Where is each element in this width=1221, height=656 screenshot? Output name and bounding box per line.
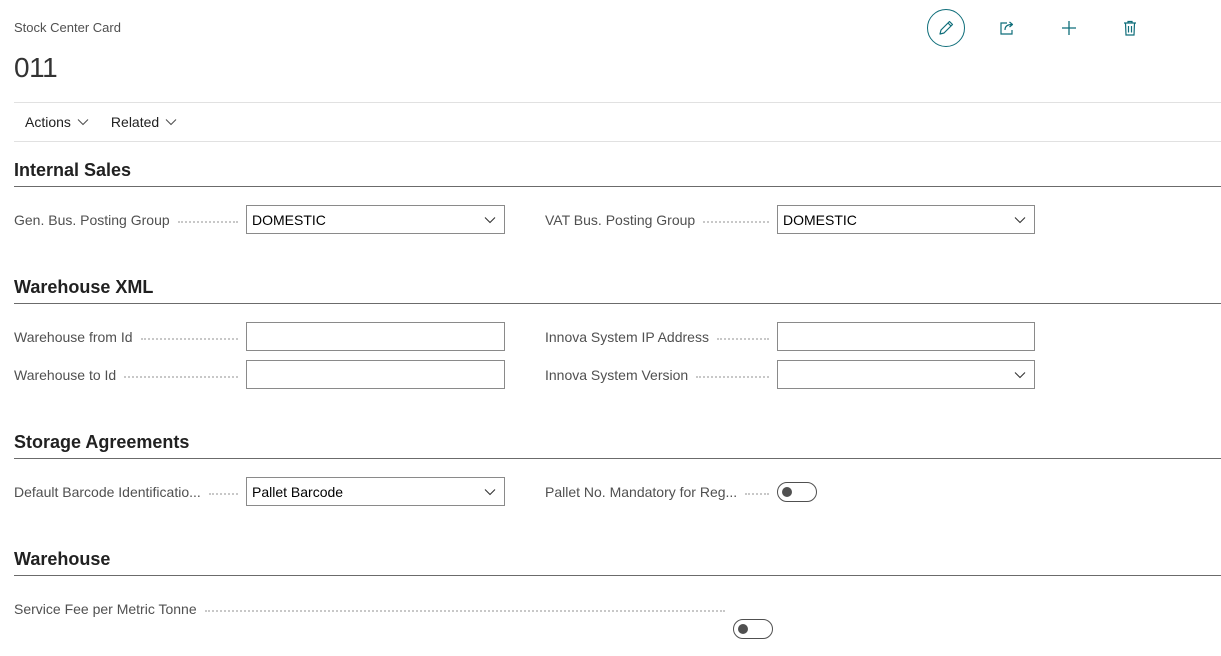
warehouse-from-id-input[interactable] — [246, 322, 505, 351]
action-bar: Actions Related — [14, 103, 188, 141]
chevron-down-icon — [484, 216, 496, 223]
field-label-text: Warehouse from Id — [14, 329, 133, 345]
chevron-down-icon — [484, 488, 496, 495]
warehouse-to-id-label: Warehouse to Id — [14, 365, 246, 385]
field-label-text: Innova System Version — [545, 367, 689, 383]
select-value: Pallet Barcode — [252, 483, 344, 500]
section-title[interactable]: Warehouse — [14, 545, 1221, 573]
field-label-text: VAT Bus. Posting Group — [545, 212, 696, 228]
related-menu[interactable]: Related — [100, 114, 188, 130]
default-barcode-identification-label: Default Barcode Identificatio... — [14, 482, 246, 502]
section-warehouse: Warehouse — [14, 545, 1221, 576]
actions-menu-label: Actions — [25, 114, 71, 130]
delete-button[interactable] — [1111, 9, 1149, 47]
chevron-down-icon — [77, 119, 89, 126]
section-divider — [14, 186, 1221, 187]
edit-button[interactable] — [927, 9, 965, 47]
section-title[interactable]: Internal Sales — [14, 156, 1221, 184]
gen-bus-posting-group-label: Gen. Bus. Posting Group — [14, 210, 246, 230]
section-internal-sales: Internal Sales — [14, 156, 1221, 187]
dotted-leader — [124, 375, 238, 378]
section-divider — [14, 303, 1221, 304]
default-barcode-identification-select[interactable]: Pallet Barcode — [246, 477, 505, 506]
vat-bus-posting-group-select[interactable]: DOMESTIC — [777, 205, 1035, 234]
section-title[interactable]: Storage Agreements — [14, 428, 1221, 456]
dotted-leader — [208, 492, 238, 495]
field-label-text: Innova System IP Address — [545, 329, 709, 345]
card-caption: Stock Center Card — [14, 20, 121, 35]
service-fee-per-metric-tonne-toggle[interactable] — [733, 619, 773, 639]
dotted-leader — [204, 609, 725, 612]
dotted-leader — [140, 337, 238, 340]
add-icon — [1062, 21, 1076, 35]
dotted-leader — [696, 375, 769, 378]
toggle-knob — [782, 487, 792, 497]
chevron-down-icon — [165, 119, 177, 126]
field-label-text: Pallet No. Mandatory for Reg... — [545, 484, 738, 500]
dotted-leader — [716, 337, 769, 340]
header-divider — [14, 102, 1221, 103]
innova-system-version-label: Innova System Version — [545, 365, 777, 385]
dotted-leader — [745, 492, 769, 495]
actionbar-divider — [14, 141, 1221, 142]
innova-system-version-select[interactable] — [777, 360, 1035, 389]
toggle-knob — [738, 624, 748, 634]
share-icon — [1000, 21, 1014, 35]
chevron-down-icon — [1014, 371, 1026, 378]
dotted-leader — [703, 220, 769, 223]
innova-ip-address-input[interactable] — [777, 322, 1035, 351]
field-label-text: Gen. Bus. Posting Group — [14, 212, 170, 228]
select-value: DOMESTIC — [252, 211, 326, 228]
chevron-down-icon — [1014, 216, 1026, 223]
section-storage-agreements: Storage Agreements — [14, 428, 1221, 459]
pallet-no-mandatory-label: Pallet No. Mandatory for Reg... — [545, 482, 777, 502]
warehouse-to-id-input[interactable] — [246, 360, 505, 389]
innova-ip-address-label: Innova System IP Address — [545, 327, 777, 347]
section-divider — [14, 458, 1221, 459]
gen-bus-posting-group-select[interactable]: DOMESTIC — [246, 205, 505, 234]
dotted-leader — [177, 220, 238, 223]
section-title[interactable]: Warehouse XML — [14, 273, 1221, 301]
field-label-text: Service Fee per Metric Tonne — [14, 601, 197, 617]
field-label-text: Default Barcode Identificatio... — [14, 484, 201, 500]
delete-icon — [1124, 20, 1136, 36]
edit-icon — [939, 20, 954, 35]
page-title: 011 — [14, 52, 58, 83]
related-menu-label: Related — [110, 114, 160, 130]
section-divider — [14, 575, 1221, 576]
new-button[interactable] — [1050, 9, 1088, 47]
share-button[interactable] — [988, 9, 1026, 47]
pallet-no-mandatory-toggle[interactable] — [777, 482, 817, 502]
service-fee-per-metric-tonne-label: Service Fee per Metric Tonne — [14, 599, 733, 619]
vat-bus-posting-group-label: VAT Bus. Posting Group — [545, 210, 777, 230]
warehouse-from-id-label: Warehouse from Id — [14, 327, 246, 347]
actions-menu[interactable]: Actions — [14, 114, 100, 130]
section-warehouse-xml: Warehouse XML — [14, 273, 1221, 304]
select-value: DOMESTIC — [783, 211, 857, 228]
field-label-text: Warehouse to Id — [14, 367, 117, 383]
